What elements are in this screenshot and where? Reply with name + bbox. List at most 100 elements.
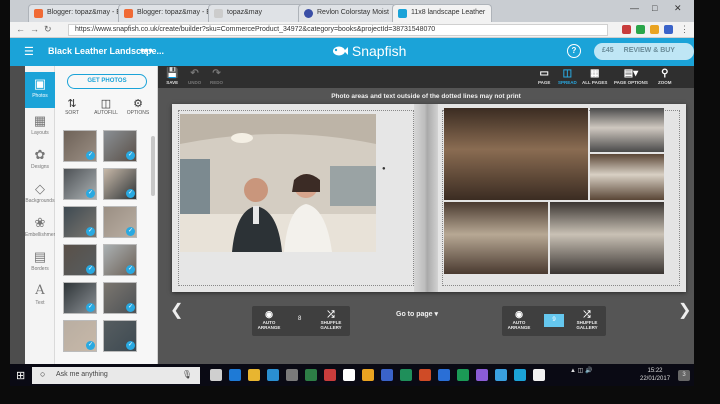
browser-tab[interactable]: Blogger: topaz&may - E: [118, 4, 214, 22]
reload-icon[interactable]: ↻: [44, 24, 52, 35]
wedding-guest-photo[interactable]: [550, 202, 664, 274]
photo-thumbnail[interactable]: ✓: [63, 168, 97, 200]
help-icon[interactable]: ?: [567, 44, 581, 58]
more-icon[interactable]: •••: [140, 43, 153, 57]
fish-icon: [333, 46, 348, 56]
browser-tab-active[interactable]: 11x8 landscape Leather: [392, 4, 492, 22]
photo-thumbnail[interactable]: ✓: [63, 130, 97, 162]
taskbar-app-icon[interactable]: [286, 369, 298, 381]
taskbar-app-icon[interactable]: [495, 369, 507, 381]
rail-item-layouts[interactable]: ▦ Layouts: [25, 114, 55, 137]
left-page[interactable]: ●: [172, 104, 422, 292]
clock[interactable]: 15:22 22/01/2017: [640, 367, 670, 383]
taskbar-app-icon[interactable]: [533, 369, 545, 381]
taskbar-search[interactable]: ○ Ask me anything 🎙: [32, 367, 200, 384]
page-number-box[interactable]: 9: [544, 314, 564, 327]
maximize-icon[interactable]: □: [652, 3, 657, 13]
notification-badge[interactable]: 3: [678, 370, 690, 381]
extension-icon[interactable]: [622, 25, 631, 34]
taskbar-app-icon[interactable]: [305, 369, 317, 381]
taskbar-app-icon[interactable]: [400, 369, 412, 381]
page-options-button[interactable]: ▤▾ PAGE OPTIONS: [614, 68, 648, 85]
taskbar-app-icon[interactable]: [476, 369, 488, 381]
review-buy-button[interactable]: £45 REVIEW & BUY: [594, 43, 694, 60]
minimize-icon[interactable]: —: [630, 3, 639, 13]
taskbar-app-icon[interactable]: [362, 369, 374, 381]
close-icon[interactable]: ✕: [674, 3, 682, 14]
menu-icon[interactable]: ⋮: [680, 24, 689, 35]
auto-arrange-button[interactable]: ◉ AUTO ARRANGE: [506, 308, 532, 330]
sort-button[interactable]: ⇅ SORT: [59, 98, 85, 116]
rail-item-photos[interactable]: ▣ Photos: [25, 72, 55, 108]
shuffle-gallery-button[interactable]: ⤮ SHUFFLE GALLERY: [316, 308, 346, 330]
browser-tab[interactable]: Blogger: topaz&may - E: [28, 4, 124, 22]
taskbar-app-icon[interactable]: [438, 369, 450, 381]
extension-icon[interactable]: [636, 25, 645, 34]
undo-button[interactable]: ↶ UNDO: [188, 68, 201, 85]
taskbar-app-icon[interactable]: [248, 369, 260, 381]
autofill-button[interactable]: ◫ AUTOFILL: [93, 98, 119, 116]
microphone-icon[interactable]: 🎙: [182, 370, 192, 379]
page-view-button[interactable]: ▭ PAGE: [538, 68, 550, 85]
extension-icon[interactable]: [664, 25, 673, 34]
wedding-car-photo[interactable]: [180, 114, 376, 252]
next-page-icon[interactable]: ❯: [678, 300, 691, 320]
taskbar-app-icon[interactable]: [210, 369, 222, 381]
scrollbar[interactable]: [151, 136, 155, 196]
book-spine: [414, 104, 438, 292]
back-icon[interactable]: ←: [16, 24, 25, 34]
shuffle-gallery-button[interactable]: ⤮ SHUFFLE GALLERY: [572, 308, 602, 330]
auto-arrange-button[interactable]: ◉ AUTO ARRANGE: [256, 308, 282, 330]
taskbar-app-icon[interactable]: [514, 369, 526, 381]
all-pages-button[interactable]: ▦ ALL PAGES: [582, 68, 607, 85]
photo-thumbnail[interactable]: ✓: [103, 130, 137, 162]
taskbar-app-icon[interactable]: [267, 369, 279, 381]
photo-thumbnail[interactable]: ✓: [103, 244, 137, 276]
previous-page-icon[interactable]: ❮: [170, 300, 183, 320]
go-to-page-dropdown[interactable]: Go to page ▾: [396, 310, 438, 318]
browser-tab[interactable]: topaz&may: [208, 4, 304, 22]
system-tray-icons[interactable]: ▲ ◫ 🔊: [570, 367, 592, 375]
wedding-guest-photo[interactable]: [444, 202, 548, 274]
zoom-button[interactable]: ⚲ ZOOM: [658, 68, 672, 85]
taskbar-app-icon[interactable]: [324, 369, 336, 381]
photo-thumbnail[interactable]: ✓: [63, 320, 97, 352]
browser-tab[interactable]: Revlon Colorstay Moist: [298, 4, 396, 22]
checkmark-icon: ✓: [86, 189, 95, 198]
rail-item-designs[interactable]: ✿ Designs: [25, 148, 55, 171]
taskbar-app-icon[interactable]: [229, 369, 241, 381]
eye-icon: [304, 9, 313, 18]
rail-item-embellishments[interactable]: ❀ Embellishments: [25, 216, 60, 239]
taskbar-app-icon[interactable]: [381, 369, 393, 381]
photo-thumbnail[interactable]: ✓: [103, 206, 137, 238]
wedding-guest-photo[interactable]: [590, 154, 664, 200]
save-button[interactable]: 💾 SAVE: [166, 68, 178, 85]
rail-item-text[interactable]: A Text: [25, 284, 55, 307]
taskbar-app-icon[interactable]: [343, 369, 355, 381]
windows-start-icon[interactable]: ⊞: [16, 369, 25, 382]
rail-item-borders[interactable]: ▤ Borders: [25, 250, 55, 273]
photo-thumbnail[interactable]: ✓: [63, 206, 97, 238]
get-photos-button[interactable]: GET PHOTOS: [67, 74, 147, 89]
taskbar-app-icon[interactable]: [419, 369, 431, 381]
photo-thumbnail[interactable]: ✓: [63, 282, 97, 314]
redo-button[interactable]: ↷ REDO: [210, 68, 223, 85]
right-page[interactable]: [438, 104, 686, 292]
photo-thumbnail[interactable]: ✓: [63, 244, 97, 276]
options-button[interactable]: ⚙ OPTIONS: [125, 98, 151, 116]
blogger-icon: [34, 9, 43, 18]
photo-thumbnail[interactable]: ✓: [103, 282, 137, 314]
windows-taskbar: ⊞ ○ Ask me anything 🎙 ▲ ◫ 🔊 15:22 22/01/…: [10, 364, 694, 386]
spread-view-button[interactable]: ◫ SPREAD: [558, 68, 577, 85]
url-input[interactable]: https://www.snapfish.co.uk/create/builde…: [68, 24, 608, 36]
wedding-guest-photo[interactable]: [444, 108, 588, 200]
wedding-guest-photo[interactable]: [590, 108, 664, 152]
photo-thumbnail[interactable]: ✓: [103, 168, 137, 200]
taskbar-app-icon[interactable]: [457, 369, 469, 381]
photo-thumbnail[interactable]: ✓: [103, 320, 137, 352]
extension-icon[interactable]: [650, 25, 659, 34]
hamburger-icon[interactable]: ☰: [24, 45, 34, 58]
forward-icon[interactable]: →: [30, 24, 39, 34]
rail-item-backgrounds[interactable]: ◇ Backgrounds: [25, 182, 55, 205]
grid-icon: ▦: [589, 68, 600, 79]
